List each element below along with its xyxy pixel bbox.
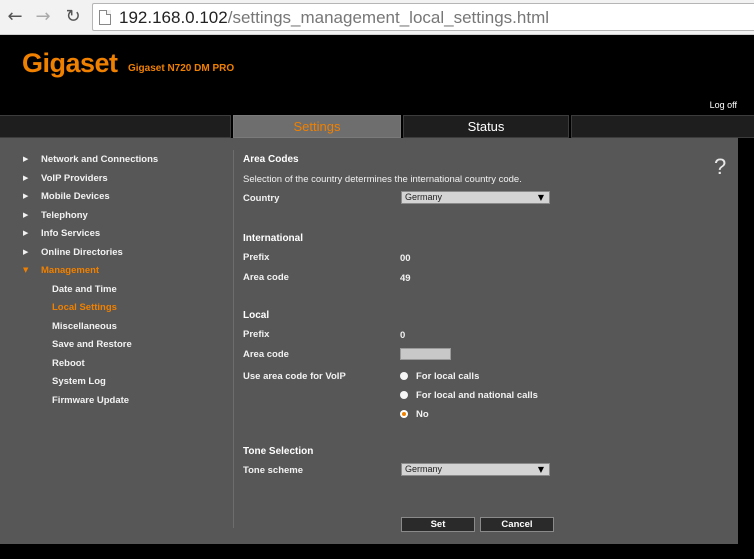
tab-bar: Settings Status [0,114,754,138]
local-area-code-label: Area code [243,349,289,360]
radio-local-national-calls-label[interactable]: For local and national calls [416,390,538,401]
tone-scheme-label: Tone scheme [243,465,304,476]
chevron-right-icon: ▶ [23,211,29,219]
logoff-link[interactable]: Log off [710,100,737,110]
sidebar-item-label: Network and Connections [41,154,159,165]
gigaset-logo: Gigaset [22,48,118,78]
device-model: Gigaset N720 DM PRO [128,63,235,74]
area-codes-heading: Area Codes [243,154,299,165]
local-heading: Local [243,310,270,321]
sidebar-item-mobile-devices[interactable]: ▶ Mobile Devices [23,191,110,202]
tab-empty-left [0,115,231,138]
country-label: Country [243,193,280,204]
tone-scheme-select[interactable]: Germany ▼ [401,463,550,476]
sidebar-sub-local-settings[interactable]: Local Settings [52,302,117,313]
url-host: 192.168.0.102 [119,8,228,27]
sidebar-item-info-services[interactable]: ▶ Info Services [23,228,101,239]
help-icon[interactable]: ? [714,154,726,180]
sidebar-item-label: Online Directories [41,247,123,258]
chevron-right-icon: ▶ [23,174,29,182]
chevron-right-icon: ▶ [23,192,29,200]
sidebar-sub-date-time[interactable]: Date and Time [52,284,117,295]
sidebar-item-label: Info Services [41,228,101,239]
panel-divider [233,150,234,528]
intl-area-code-label: Area code [243,272,289,283]
intl-area-code-value: 49 [400,273,411,284]
sidebar-item-label: VoIP Providers [41,173,108,184]
content-panel: ▶ Network and Connections ▶ VoIP Providers… [0,138,738,544]
cancel-button[interactable]: Cancel [480,517,554,532]
url-path: /settings_management_local_settings.html [227,8,550,27]
sidebar-sub-system-log[interactable]: System Log [52,376,106,387]
sidebar-item-label: Telephony [41,210,88,221]
sidebar-item-network[interactable]: ▶ Network and Connections [23,154,159,165]
tab-settings[interactable]: Settings [233,115,401,138]
sidebar-sub-save-restore[interactable]: Save and Restore [52,339,132,350]
country-select-value: Germany [405,192,443,202]
tone-selection-heading: Tone Selection [243,446,314,457]
chevron-down-icon: ▼ [23,266,29,274]
tab-empty-right [571,115,754,138]
back-icon[interactable]: ← [4,6,26,28]
local-prefix-value: 0 [400,330,406,341]
set-button[interactable]: Set [401,517,475,532]
intl-prefix-value: 00 [400,253,411,264]
sidebar-sub-miscellaneous[interactable]: Miscellaneous [52,321,117,332]
country-select[interactable]: Germany ▼ [401,191,550,204]
tab-status[interactable]: Status [403,115,569,138]
intl-prefix-label: Prefix [243,252,270,263]
sidebar-item-label: Management [41,265,100,276]
browser-toolbar: ← → ↻ 192.168.0.102/settings_management_… [0,0,754,35]
international-heading: International [243,233,304,244]
url-text[interactable]: 192.168.0.102/settings_management_local_… [119,8,549,28]
radio-local-calls[interactable] [400,372,408,380]
dropdown-arrow-icon: ▼ [537,465,544,474]
dropdown-arrow-icon: ▼ [537,193,544,202]
chevron-right-icon: ▶ [23,155,29,163]
address-bar[interactable]: 192.168.0.102/settings_management_local_… [92,3,754,31]
radio-no-label[interactable]: No [416,409,429,420]
site-header: Gigaset Gigaset N720 DM PRO Log off [0,36,754,114]
sidebar-item-label: Mobile Devices [41,191,110,202]
radio-local-calls-label[interactable]: For local calls [416,371,479,382]
page-icon [99,10,111,25]
sidebar-item-online-directories[interactable]: ▶ Online Directories [23,247,123,258]
chevron-right-icon: ▶ [23,229,29,237]
chevron-right-icon: ▶ [23,248,29,256]
reload-icon[interactable]: ↻ [62,6,84,28]
local-prefix-label: Prefix [243,329,270,340]
sidebar-sub-reboot[interactable]: Reboot [52,358,85,369]
radio-no[interactable] [400,410,408,418]
voip-area-code-label: Use area code for VoIP [243,371,346,382]
sidebar-sub-firmware-update[interactable]: Firmware Update [52,395,129,406]
local-area-code-input[interactable] [400,348,451,360]
area-codes-description: Selection of the country determines the … [243,174,522,185]
forward-icon[interactable]: → [32,6,54,28]
sidebar-item-management[interactable]: ▼ Management [23,265,100,276]
sidebar-item-telephony[interactable]: ▶ Telephony [23,210,88,221]
tone-scheme-select-value: Germany [405,464,443,474]
radio-local-national-calls[interactable] [400,391,408,399]
sidebar-item-voip-providers[interactable]: ▶ VoIP Providers [23,173,108,184]
